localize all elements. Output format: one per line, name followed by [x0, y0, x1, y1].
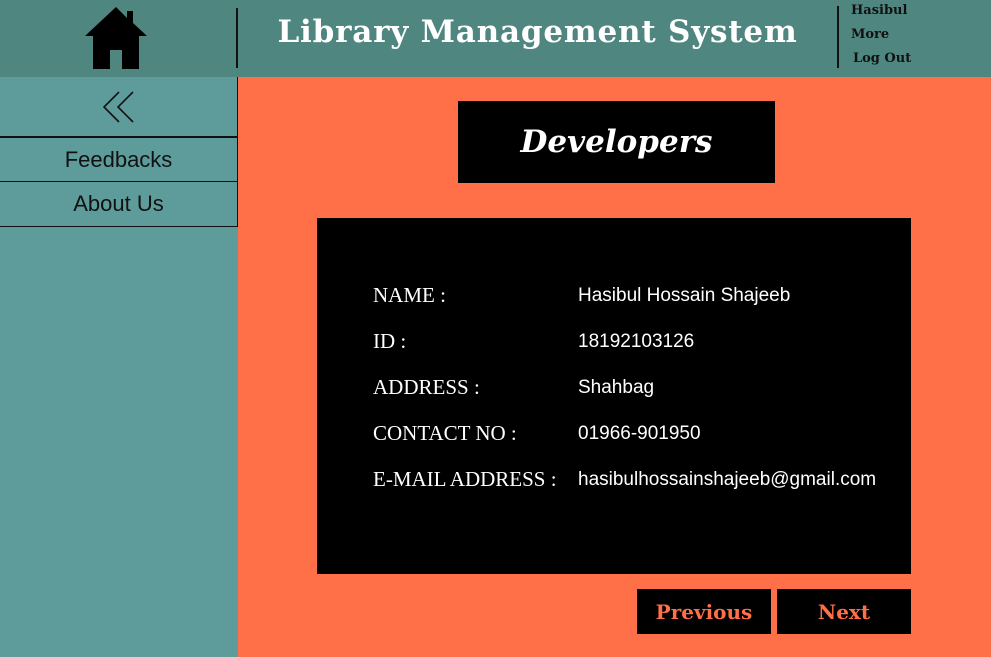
previous-button[interactable]: Previous: [637, 589, 771, 634]
header-divider: [837, 6, 839, 68]
user-name: Hasibul: [851, 3, 908, 18]
user-menu: Hasibul More Log Out: [851, 2, 911, 74]
section-title: Developers: [458, 101, 775, 183]
info-value: 18192103126: [578, 331, 695, 352]
info-value: 01966-901950: [578, 423, 701, 444]
info-label: E-MAIL ADDRESS :: [373, 467, 557, 491]
header-divider: [236, 8, 238, 68]
more-link[interactable]: More: [851, 26, 911, 50]
info-label: NAME :: [373, 283, 446, 307]
info-label: ADDRESS :: [373, 375, 480, 399]
info-value: Hasibul Hossain Shajeeb: [578, 285, 791, 306]
info-value: hasibulhossainshajeeb@gmail.com: [578, 469, 877, 490]
double-chevron-left-icon: [102, 90, 134, 123]
info-label: CONTACT NO :: [373, 421, 517, 445]
collapse-sidebar-button[interactable]: [0, 77, 238, 137]
sidebar-item-feedbacks[interactable]: Feedbacks: [0, 137, 238, 182]
sidebar-item-about-us[interactable]: About Us: [0, 182, 238, 227]
app-title: Library Management System: [277, 14, 798, 50]
top-header: Library Management System Hasibul More L…: [0, 0, 991, 77]
developer-info-panel: NAME : Hasibul Hossain Shajeeb ID : 1819…: [317, 218, 911, 574]
home-icon[interactable]: [82, 4, 150, 72]
info-label: ID :: [373, 329, 407, 353]
next-button[interactable]: Next: [777, 589, 911, 634]
info-value: Shahbag: [578, 377, 655, 398]
sidebar: Feedbacks About Us: [0, 77, 238, 657]
logout-link[interactable]: Log Out: [851, 50, 911, 74]
